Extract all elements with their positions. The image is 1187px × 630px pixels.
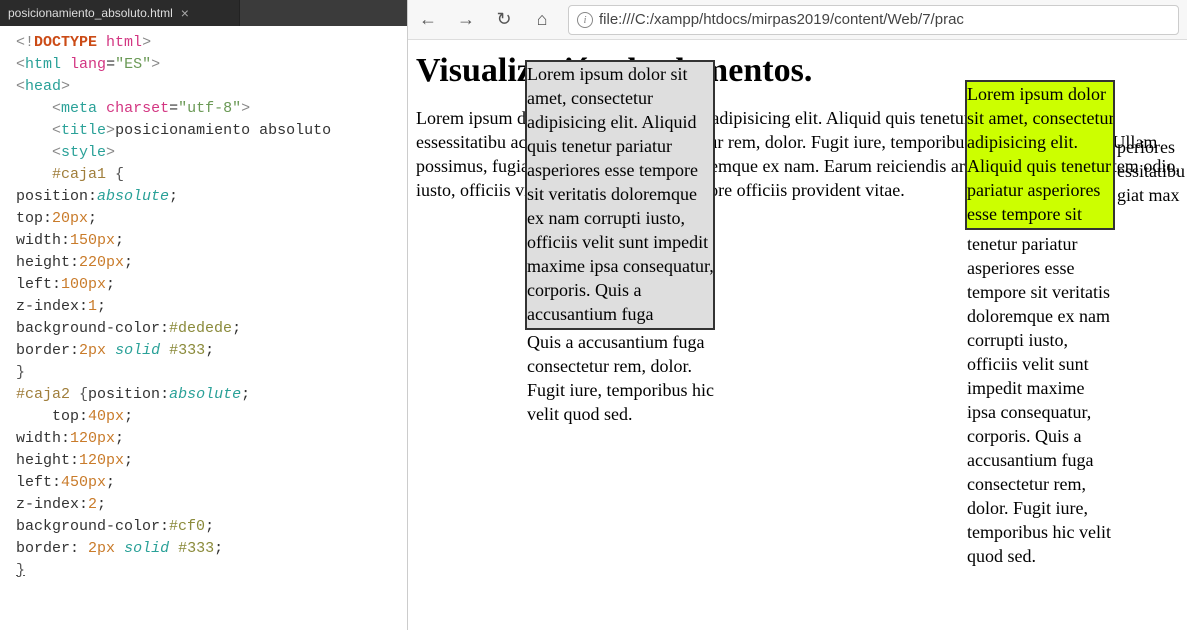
code-editor-pane: posicionamiento_absoluto.html × <!DOCTYP… (0, 0, 407, 630)
arrow-right-icon: → (457, 9, 475, 30)
arrow-left-icon: ← (419, 9, 437, 30)
back-button[interactable]: ← (416, 8, 440, 32)
url-text: file:///C:/xampp/htdocs/mirpas2019/conte… (599, 11, 964, 28)
close-icon[interactable]: × (181, 6, 189, 20)
browser-toolbar: ← → ↻ ⌂ i file:///C:/xampp/htdocs/mirpas… (408, 0, 1187, 40)
caja2-overflow-text: tenetur pariatur asperiores esse tempore… (967, 232, 1117, 568)
browser-viewport: Visualización de elementos. Lorem ipsum … (408, 40, 1187, 630)
caja2-box: Lorem ipsum dolor sit amet, consectetur … (965, 80, 1115, 230)
forward-button[interactable]: → (454, 8, 478, 32)
caja2-text: Lorem ipsum dolor sit amet, consectetur … (967, 82, 1115, 230)
reload-button[interactable]: ↻ (492, 8, 516, 32)
home-icon: ⌂ (537, 9, 548, 30)
reload-icon: ↻ (496, 9, 511, 30)
info-icon: i (577, 12, 593, 28)
caja1-text: Lorem ipsum dolor sit amet, consectetur … (527, 62, 715, 330)
code-area[interactable]: <!DOCTYPE html> <html lang="ES"> <head> … (0, 26, 407, 630)
address-bar[interactable]: i file:///C:/xampp/htdocs/mirpas2019/con… (568, 5, 1179, 35)
editor-tabbar: posicionamiento_absoluto.html × (0, 0, 407, 26)
home-button[interactable]: ⌂ (530, 8, 554, 32)
editor-tab[interactable]: posicionamiento_absoluto.html × (0, 0, 240, 26)
editor-tab-filename: posicionamiento_absoluto.html (8, 6, 173, 20)
caja1-overflow-text: Quis a accusantium fuga consectetur rem,… (527, 330, 717, 426)
browser-pane: ← → ↻ ⌂ i file:///C:/xampp/htdocs/mirpas… (407, 0, 1187, 630)
caja1-box: Lorem ipsum dolor sit amet, consectetur … (525, 60, 715, 330)
paragraph-right-fragment: periores essitatibu giat max (1117, 135, 1187, 207)
